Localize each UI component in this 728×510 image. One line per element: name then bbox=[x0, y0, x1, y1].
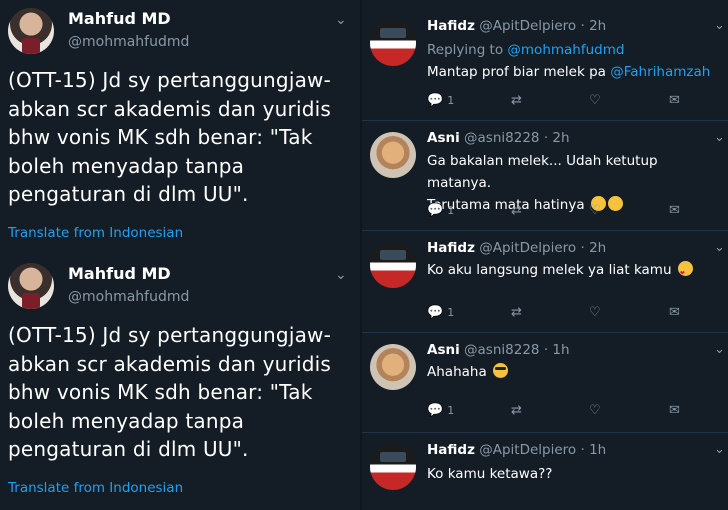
mention-link[interactable]: @mohmahfudmd bbox=[507, 42, 624, 58]
reply-count: 1 bbox=[447, 204, 455, 217]
timestamp[interactable]: 1h bbox=[589, 442, 606, 458]
avatar[interactable] bbox=[370, 344, 416, 390]
heart-icon[interactable]: ♡ bbox=[589, 403, 601, 418]
reply-tweet[interactable]: Asni @asni8228 · 2h ⌄ Ga bakalan melek..… bbox=[362, 122, 728, 222]
avatar[interactable] bbox=[8, 8, 54, 54]
author-name[interactable]: Mahfud MD bbox=[68, 9, 171, 28]
avatar[interactable] bbox=[8, 263, 54, 309]
tweet-actions: 💬 1 ⇄ ♡ ✉ bbox=[427, 305, 722, 323]
reply-line: Ahahaha bbox=[427, 364, 487, 380]
divider bbox=[362, 332, 728, 333]
chevron-down-icon[interactable]: ⌄ bbox=[714, 130, 725, 145]
chevron-down-icon[interactable]: ⌄ bbox=[335, 267, 347, 283]
meta-separator: · bbox=[543, 342, 549, 358]
tweet-actions: 💬 1 ⇄ ♡ ✉ bbox=[427, 203, 722, 221]
reply-line: Ko aku langsung melek ya liat kamu bbox=[427, 262, 672, 278]
author-handle[interactable]: @ApitDelpiero bbox=[479, 240, 576, 256]
reply-text: Ahahaha bbox=[427, 361, 722, 383]
tweet-text: (OTT-15) Jd sy pertanggungjaw-abkan scr … bbox=[8, 68, 332, 206]
retweet-icon[interactable]: ⇄ bbox=[511, 305, 522, 320]
envelope-icon[interactable]: ✉ bbox=[669, 403, 680, 418]
reply-header: Hafidz @ApitDelpiero · 2h bbox=[427, 18, 606, 34]
tweet-actions: 💬 1 ⇄ ♡ ✉ bbox=[427, 93, 722, 111]
author-handle[interactable]: @mohmahfudmd bbox=[68, 34, 189, 50]
retweet-icon[interactable]: ⇄ bbox=[511, 203, 522, 218]
author-handle[interactable]: @ApitDelpiero bbox=[479, 442, 576, 458]
tweet-actions: 💬 1 ⇄ ♡ ✉ bbox=[427, 403, 722, 421]
author-name[interactable]: Hafidz bbox=[427, 442, 475, 458]
retweet-icon[interactable]: ⇄ bbox=[511, 93, 522, 108]
envelope-icon[interactable]: ✉ bbox=[669, 305, 680, 320]
meta-separator: · bbox=[543, 130, 549, 146]
tweet-text: (OTT-15) Jd sy pertanggungjaw-abkan scr … bbox=[8, 323, 332, 461]
translate-link[interactable]: Translate from Indonesian bbox=[8, 480, 183, 496]
replying-prefix: Replying to bbox=[427, 42, 508, 58]
timestamp[interactable]: 2h bbox=[589, 18, 606, 34]
meta-separator: · bbox=[580, 240, 585, 256]
chevron-down-icon[interactable]: ⌄ bbox=[714, 442, 725, 457]
mention-link[interactable]: @Fahrihamzah bbox=[610, 64, 710, 80]
heart-icon[interactable]: ♡ bbox=[589, 203, 601, 218]
avatar[interactable] bbox=[370, 242, 416, 288]
reply-icon[interactable]: 💬 1 bbox=[427, 203, 454, 218]
author-name[interactable]: Hafidz bbox=[427, 240, 475, 256]
reply-text-before: Mantap prof biar melek pa bbox=[427, 64, 611, 80]
translate-link[interactable]: Translate from Indonesian bbox=[8, 225, 183, 241]
author-name[interactable]: Asni bbox=[427, 130, 460, 146]
reply-tweet[interactable]: Hafidz @ApitDelpiero · 2h ⌄ Ko aku langs… bbox=[362, 232, 728, 332]
reply-line: Ko kamu ketawa?? bbox=[427, 466, 553, 482]
author-name[interactable]: Mahfud MD bbox=[68, 264, 171, 283]
author-name[interactable]: Hafidz bbox=[427, 18, 475, 34]
heart-icon[interactable]: ♡ bbox=[589, 305, 601, 320]
reply-header: Hafidz @ApitDelpiero · 2h bbox=[427, 240, 606, 256]
timestamp[interactable]: 2h bbox=[552, 130, 569, 146]
author-handle[interactable]: @ApitDelpiero bbox=[479, 18, 576, 34]
author-name[interactable]: Asni bbox=[427, 342, 460, 358]
meta-separator: · bbox=[580, 18, 585, 34]
avatar[interactable] bbox=[370, 20, 416, 66]
left-tweet-column: Mahfud MD @mohmahfudmd ⌄ (OTT-15) Jd sy … bbox=[0, 0, 360, 510]
reply-text: Ko aku langsung melek ya liat kamu bbox=[427, 259, 722, 285]
reply-icon[interactable]: 💬 1 bbox=[427, 403, 454, 418]
divider bbox=[362, 432, 728, 433]
reply-count: 1 bbox=[447, 94, 455, 107]
divider bbox=[362, 120, 728, 121]
avatar[interactable] bbox=[370, 132, 416, 178]
envelope-icon[interactable]: ✉ bbox=[669, 203, 680, 218]
reply-text: Mantap prof biar melek pa @Fahrihamzah bbox=[427, 61, 722, 83]
reply-tweet[interactable]: Hafidz @ApitDelpiero · 2h ⌄ Replying to … bbox=[362, 10, 728, 110]
chevron-down-icon[interactable]: ⌄ bbox=[714, 342, 725, 357]
envelope-icon[interactable]: ✉ bbox=[669, 93, 680, 108]
reply-text: Ko kamu ketawa?? bbox=[427, 463, 722, 485]
reply-tweet[interactable]: Hafidz @ApitDelpiero · 1h ⌄ Ko kamu keta… bbox=[362, 434, 728, 510]
tweet[interactable]: Mahfud MD @mohmahfudmd ⌄ (OTT-15) Jd sy … bbox=[0, 0, 360, 255]
reply-line: Ga bakalan melek... Udah ketutup matanya… bbox=[427, 153, 658, 191]
reply-icon[interactable]: 💬 1 bbox=[427, 305, 454, 320]
reply-tweet[interactable]: Asni @asni8228 · 1h ⌄ Ahahaha 💬 1 ⇄ ♡ ✉ bbox=[362, 334, 728, 434]
sunglasses-face-icon bbox=[493, 363, 509, 378]
divider bbox=[362, 230, 728, 231]
chevron-down-icon[interactable]: ⌄ bbox=[714, 240, 725, 255]
author-handle[interactable]: @mohmahfudmd bbox=[68, 289, 189, 305]
reply-header: Hafidz @ApitDelpiero · 1h bbox=[427, 442, 606, 458]
reply-count: 1 bbox=[447, 404, 455, 417]
timestamp[interactable]: 1h bbox=[552, 342, 569, 358]
heart-eyes-face-icon bbox=[677, 261, 693, 285]
chevron-down-icon[interactable]: ⌄ bbox=[714, 18, 725, 33]
replies-column: Hafidz @ApitDelpiero · 2h ⌄ Replying to … bbox=[362, 0, 728, 510]
avatar[interactable] bbox=[370, 444, 416, 490]
reply-header: Asni @asni8228 · 1h bbox=[427, 342, 570, 358]
retweet-icon[interactable]: ⇄ bbox=[511, 403, 522, 418]
chevron-down-icon[interactable]: ⌄ bbox=[335, 12, 347, 28]
reply-header: Asni @asni8228 · 2h bbox=[427, 130, 570, 146]
reply-icon[interactable]: 💬 1 bbox=[427, 93, 454, 108]
author-handle[interactable]: @asni8228 bbox=[464, 342, 539, 358]
replying-to: Replying to @mohmahfudmd bbox=[427, 42, 624, 58]
reply-count: 1 bbox=[447, 306, 455, 319]
heart-icon[interactable]: ♡ bbox=[589, 93, 601, 108]
timestamp[interactable]: 2h bbox=[589, 240, 606, 256]
tweet[interactable]: Mahfud MD @mohmahfudmd ⌄ (OTT-15) Jd sy … bbox=[0, 255, 360, 510]
author-handle[interactable]: @asni8228 bbox=[464, 130, 539, 146]
meta-separator: · bbox=[580, 442, 585, 458]
